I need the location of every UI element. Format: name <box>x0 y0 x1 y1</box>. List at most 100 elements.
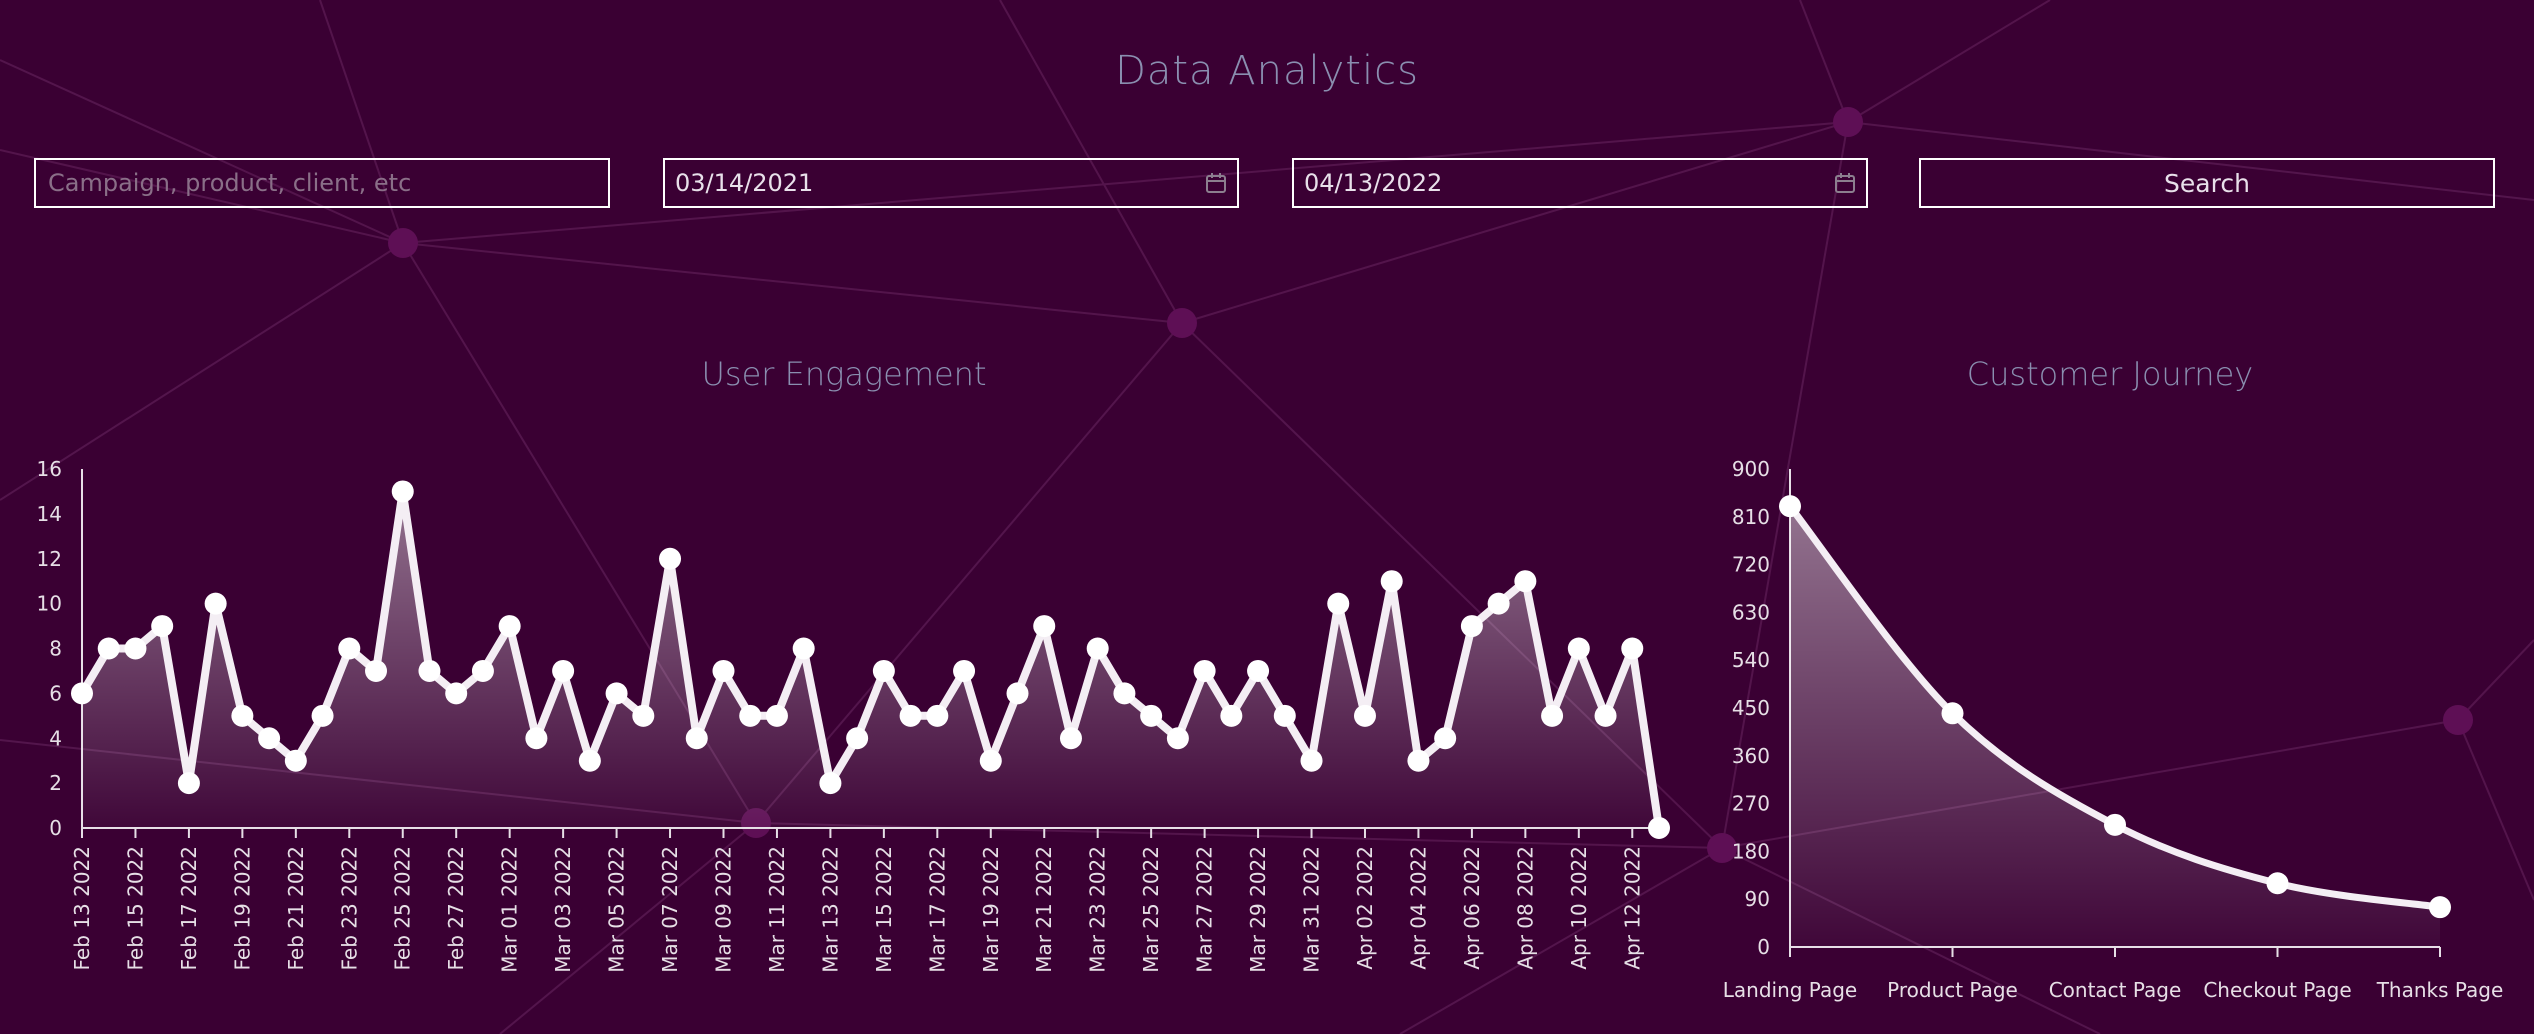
x-tick-label: Apr 08 2022 <box>1513 846 1537 970</box>
x-tick-label: Mar 21 2022 <box>1032 846 1056 973</box>
y-tick-label: 10 <box>37 592 62 616</box>
engagement-point <box>899 704 922 727</box>
y-tick-label: 720 <box>1732 553 1770 577</box>
x-tick-label: Checkout Page <box>2203 978 2351 1002</box>
engagement-point <box>71 682 93 705</box>
engagement-point <box>391 480 414 503</box>
x-tick-label: Mar 11 2022 <box>765 846 789 973</box>
engagement-point <box>177 772 200 795</box>
x-tick-label: Feb 27 2022 <box>444 846 468 970</box>
engagement-point <box>1648 817 1670 839</box>
engagement-point <box>124 637 147 660</box>
x-tick-label: Apr 10 2022 <box>1567 846 1591 970</box>
x-tick-label: Mar 09 2022 <box>711 846 735 973</box>
engagement-point <box>552 659 575 682</box>
engagement-point <box>1006 682 1029 705</box>
x-tick-label: Apr 04 2022 <box>1406 846 1430 970</box>
x-tick-label: Feb 21 2022 <box>284 846 308 970</box>
y-tick-label: 16 <box>37 457 62 481</box>
journey-point <box>2266 872 2289 895</box>
engagement-point <box>1407 749 1430 772</box>
page-title: Data Analytics <box>1115 48 1419 94</box>
engagement-point <box>1059 727 1082 750</box>
engagement-point <box>1434 727 1457 750</box>
engagement-point <box>712 659 735 682</box>
engagement-point <box>1113 682 1136 705</box>
search-input[interactable] <box>46 168 598 198</box>
start-date-field[interactable]: 03/14/2021 <box>663 158 1239 208</box>
start-date-value: 03/14/2021 <box>675 169 814 197</box>
x-tick-label: Mar 01 2022 <box>498 846 522 973</box>
engagement-point <box>792 637 815 660</box>
engagement-point <box>284 749 307 772</box>
engagement-point <box>1487 592 1510 615</box>
engagement-point <box>418 659 441 682</box>
journey-point <box>1779 495 1801 518</box>
engagement-point <box>1140 704 1163 727</box>
y-tick-label: 8 <box>49 637 62 661</box>
x-tick-label: Mar 07 2022 <box>658 846 682 973</box>
user-engagement-chart: 0 2 4 6 8 10 12 14 16 Feb 13 2022 Feb 15 2022 Feb 1… <box>37 457 1670 973</box>
engagement-point <box>525 727 548 750</box>
calendar-icon[interactable] <box>1205 172 1227 194</box>
journey-point <box>2429 896 2451 919</box>
y-tick-label: 900 <box>1732 457 1770 481</box>
engagement-point <box>1327 592 1350 615</box>
engagement-point <box>846 727 869 750</box>
engagement-point <box>1300 749 1323 772</box>
engagement-point <box>97 637 120 660</box>
engagement-chart-title: User Engagement <box>701 355 987 393</box>
x-tick-label: Mar 29 2022 <box>1246 846 1270 973</box>
engagement-point <box>1380 570 1403 593</box>
engagement-point <box>1193 659 1216 682</box>
engagement-point <box>231 704 254 727</box>
x-tick-label: Contact Page <box>2049 978 2182 1002</box>
engagement-point <box>1166 727 1189 750</box>
engagement-point <box>819 772 842 795</box>
engagement-area <box>82 491 1659 828</box>
x-tick-label: Mar 03 2022 <box>551 846 575 973</box>
engagement-point <box>1273 704 1296 727</box>
y-tick-label: 180 <box>1732 839 1770 863</box>
engagement-point <box>605 682 628 705</box>
x-tick-label: Mar 17 2022 <box>925 846 949 973</box>
search-button[interactable]: Search <box>1919 158 2495 208</box>
journey-chart-title: Customer Journey <box>1966 355 2254 393</box>
x-tick-label: Feb 23 2022 <box>337 846 361 970</box>
y-tick-label: 630 <box>1732 600 1770 624</box>
x-tick-label: Feb 13 2022 <box>70 846 94 970</box>
engagement-point <box>1220 704 1243 727</box>
engagement-point <box>1353 704 1376 727</box>
y-tick-label: 270 <box>1732 792 1770 816</box>
engagement-point <box>365 659 388 682</box>
y-tick-label: 540 <box>1732 648 1770 672</box>
journey-point <box>1941 702 1964 725</box>
y-tick-label: 810 <box>1732 505 1770 529</box>
x-tick-label: Mar 19 2022 <box>979 846 1003 973</box>
engagement-point <box>1514 570 1537 593</box>
x-tick-label: Apr 06 2022 <box>1460 846 1484 970</box>
x-tick-label: Feb 25 2022 <box>391 846 415 970</box>
x-tick-label: Mar 05 2022 <box>605 846 629 973</box>
x-tick-label: Mar 25 2022 <box>1139 846 1163 973</box>
engagement-point <box>953 659 976 682</box>
engagement-point <box>685 727 708 750</box>
journey-area <box>1790 506 2440 947</box>
x-tick-label: Mar 15 2022 <box>872 846 896 973</box>
y-tick-label: 0 <box>1757 935 1770 959</box>
y-tick-label: 450 <box>1732 696 1770 720</box>
x-tick-label: Mar 31 2022 <box>1300 846 1324 973</box>
y-tick-label: 2 <box>49 771 62 795</box>
calendar-icon[interactable] <box>1834 172 1856 194</box>
engagement-point <box>1541 704 1564 727</box>
engagement-point <box>739 704 762 727</box>
search-field[interactable] <box>34 158 610 208</box>
x-tick-label: Apr 12 2022 <box>1620 846 1644 970</box>
y-tick-label: 12 <box>37 547 62 571</box>
end-date-field[interactable]: 04/13/2022 <box>1292 158 1868 208</box>
engagement-point <box>578 749 601 772</box>
x-tick-label: Mar 23 2022 <box>1086 846 1110 973</box>
engagement-point <box>311 704 334 727</box>
engagement-point <box>498 615 521 638</box>
engagement-point <box>151 615 174 638</box>
